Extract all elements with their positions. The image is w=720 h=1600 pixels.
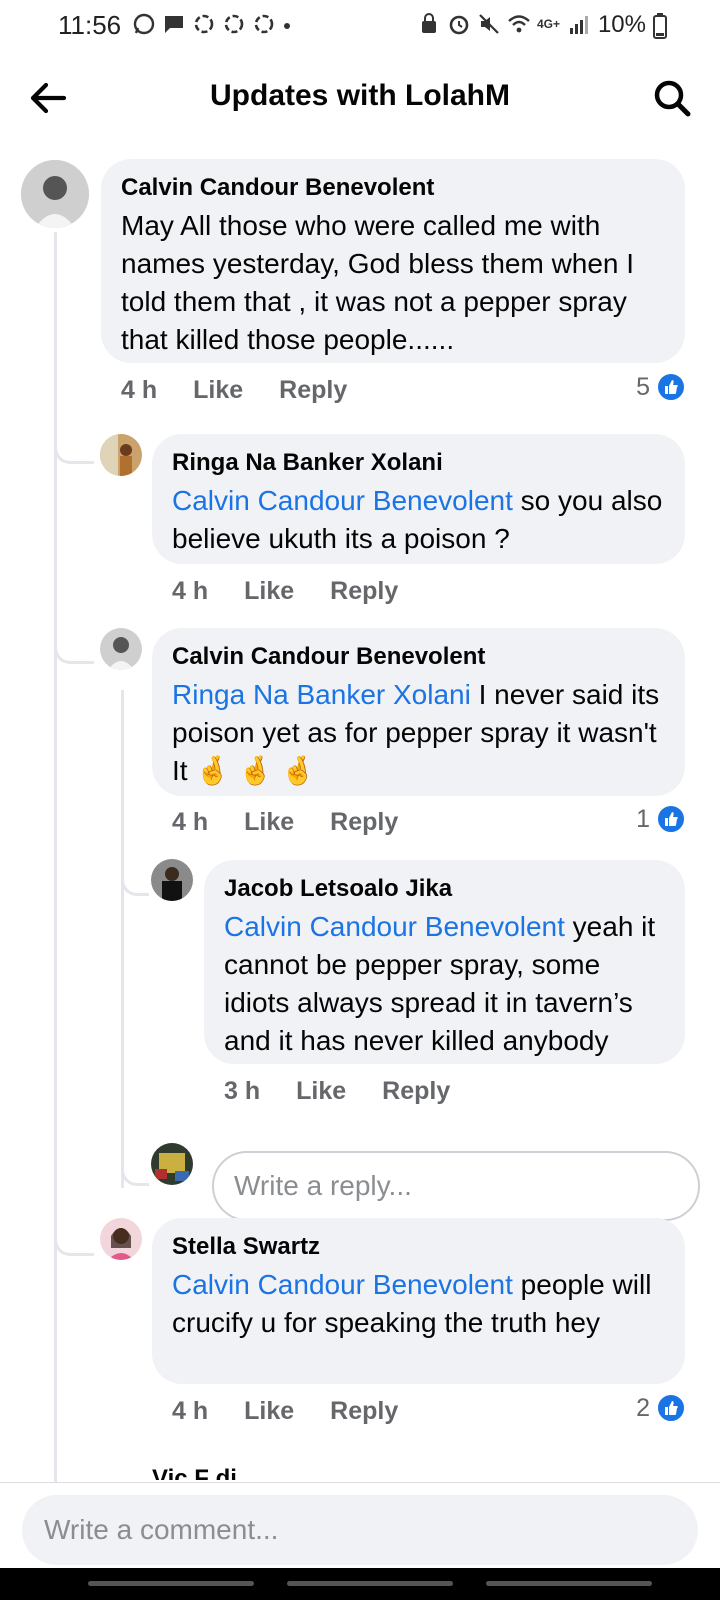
reply-bubble[interactable]: Ringa Na Banker Xolani Calvin Candour Be… <box>152 434 685 564</box>
thumbs-up-icon <box>656 372 686 402</box>
avatar[interactable] <box>100 1218 142 1260</box>
thumbs-up-icon <box>656 804 686 834</box>
thread-branch <box>121 1150 149 1186</box>
reaction-count[interactable]: 1 <box>636 804 686 834</box>
reply-placeholder: Write a reply... <box>234 1170 412 1201</box>
thread-branch <box>54 630 94 664</box>
comment-author[interactable]: Ringa Na Banker Xolani <box>172 448 665 478</box>
battery-icon <box>653 13 667 39</box>
thread-branch <box>54 430 94 464</box>
reaction-number: 2 <box>636 1393 650 1422</box>
comment-time: 4 h <box>121 376 158 404</box>
reply-button[interactable]: Reply <box>279 376 347 405</box>
comment-author[interactable]: Calvin Candour Benevolent <box>121 173 665 203</box>
avatar[interactable] <box>21 160 89 228</box>
like-button[interactable]: Like <box>296 1077 346 1106</box>
like-button[interactable]: Like <box>193 376 243 405</box>
message-icon <box>165 16 183 33</box>
comment-time: 3 h <box>224 1077 261 1105</box>
comment-actions: 4 h Like Reply <box>172 577 398 606</box>
reaction-number: 5 <box>636 372 650 401</box>
reply-button[interactable]: Reply <box>330 808 398 837</box>
comment-time: 4 h <box>172 808 209 836</box>
comment-text: Ringa Na Banker Xolani I never said its … <box>172 679 660 786</box>
mute-icon <box>479 14 499 34</box>
page-title: Updates with LolahM <box>210 79 510 112</box>
sync-icon <box>224 14 244 34</box>
comment-bubble[interactable]: Calvin Candour Benevolent May All those … <box>101 159 685 363</box>
comment-text: May All those who were called me with na… <box>121 210 635 355</box>
avatar[interactable] <box>100 434 142 476</box>
comment-author[interactable]: Stella Swartz <box>172 1232 665 1262</box>
comment-author[interactable]: Jacob Letsoalo Jika <box>224 874 665 904</box>
app-header: Updates with LolahM <box>0 60 720 136</box>
person-photo-icon <box>100 434 142 476</box>
reply-input[interactable]: Write a reply... <box>212 1151 700 1221</box>
wifi-icon <box>508 15 530 33</box>
comment-actions: 4 h Like Reply <box>172 1397 398 1426</box>
mention-link[interactable]: Ringa Na Banker Xolani <box>172 679 471 710</box>
next-comment-author-partial: Vic F di <box>152 1465 237 1480</box>
status-bar: 11:56 4G+ 10% <box>0 0 720 52</box>
person-photo-icon <box>100 1218 142 1260</box>
reply-bubble[interactable]: Jacob Letsoalo Jika Calvin Candour Benev… <box>204 860 685 1064</box>
reply-bubble[interactable]: Calvin Candour Benevolent Ringa Na Banke… <box>152 628 685 796</box>
home-nav[interactable] <box>287 1581 453 1586</box>
alarm-icon <box>449 15 469 35</box>
comment-text: Calvin Candour Benevolent so you also be… <box>172 485 663 554</box>
battery-percent: 10% <box>597 11 646 38</box>
person-photo-icon <box>151 859 193 901</box>
mention-link[interactable]: Calvin Candour Benevolent <box>172 1269 513 1300</box>
reaction-count[interactable]: 2 <box>636 1393 686 1423</box>
comment-time: 4 h <box>172 577 209 605</box>
reply-button[interactable]: Reply <box>382 1077 450 1106</box>
thread-line <box>54 232 57 1482</box>
person-photo-icon <box>100 628 142 670</box>
thread-branch <box>54 1222 94 1256</box>
thread-line <box>121 690 124 1188</box>
comment-author[interactable]: Calvin Candour Benevolent <box>172 642 665 672</box>
recents-nav[interactable] <box>88 1581 254 1586</box>
comment-composer: Write a comment... <box>0 1482 720 1568</box>
comment-text: Calvin Candour Benevolent yeah it cannot… <box>224 911 656 1056</box>
reaction-number: 1 <box>636 804 650 833</box>
comment-input[interactable]: Write a comment... <box>22 1495 698 1565</box>
like-button[interactable]: Like <box>244 1397 294 1426</box>
search-button[interactable] <box>650 76 694 120</box>
mention-link[interactable]: Calvin Candour Benevolent <box>172 485 513 516</box>
search-icon <box>654 80 691 117</box>
reply-button[interactable]: Reply <box>330 1397 398 1426</box>
comment-actions: 3 h Like Reply <box>224 1077 450 1106</box>
system-icons: 4G+ <box>417 12 590 36</box>
person-photo-icon <box>151 1143 193 1185</box>
person-photo-icon <box>21 160 89 228</box>
reaction-count[interactable]: 5 <box>636 372 686 402</box>
back-nav[interactable] <box>486 1581 652 1586</box>
system-nav-bar <box>0 1568 720 1600</box>
notification-icons <box>132 12 292 36</box>
avatar[interactable] <box>100 628 142 670</box>
signal-icon <box>570 16 588 34</box>
thread-branch <box>121 862 149 896</box>
avatar[interactable] <box>151 859 193 901</box>
like-button[interactable]: Like <box>244 808 294 837</box>
comment-actions: 4 h Like Reply <box>172 808 398 837</box>
sync-icon <box>254 14 274 34</box>
comment-placeholder: Write a comment... <box>44 1514 279 1545</box>
mention-link[interactable]: Calvin Candour Benevolent <box>224 911 565 942</box>
status-time: 11:56 <box>58 10 122 40</box>
comment-text: Calvin Candour Benevolent people will cr… <box>172 1269 652 1338</box>
thumbs-up-icon <box>656 1393 686 1423</box>
comment-actions: 4 h Like Reply <box>121 376 347 405</box>
comment-time: 4 h <box>172 1397 209 1425</box>
dot-icon <box>284 23 290 29</box>
reply-bubble[interactable]: Stella Swartz Calvin Candour Benevolent … <box>152 1218 685 1384</box>
current-user-avatar <box>151 1143 193 1185</box>
whatsapp-icon <box>133 13 155 35</box>
sync-icon <box>194 14 214 34</box>
reply-button[interactable]: Reply <box>330 577 398 606</box>
lock-icon <box>421 13 436 33</box>
like-button[interactable]: Like <box>244 577 294 606</box>
network-type: 4G+ <box>536 17 560 31</box>
